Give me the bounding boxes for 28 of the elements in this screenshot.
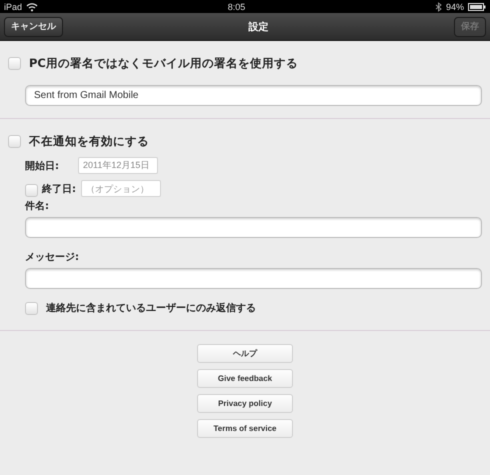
- input-field[interactable]: （オプション）: [81, 180, 161, 197]
- checkbox-label: 不在通知を有効にする: [29, 134, 149, 148]
- checkbox[interactable]: [25, 302, 38, 314]
- link-button[interactable]: Privacy policy: [197, 394, 293, 413]
- field-label: メッセージ:: [25, 251, 80, 264]
- input-field[interactable]: Sent from Gmail Mobile: [25, 85, 482, 106]
- field-label: 開始日:: [25, 160, 60, 174]
- battery-percent: 94%: [446, 2, 464, 12]
- bluetooth-icon: [434, 2, 442, 12]
- checkbox-label: PC用の署名ではなくモバイル用の署名を使用する: [29, 56, 298, 70]
- checkbox[interactable]: [8, 134, 21, 148]
- screen-title: 設定: [248, 20, 268, 34]
- checkbox[interactable]: [25, 184, 38, 197]
- link-button[interactable]: Give feedback: [197, 369, 293, 388]
- checkbox-label: 連絡先に含まれているユーザーにのみ返信する: [46, 302, 256, 315]
- checkbox[interactable]: [8, 56, 21, 70]
- clock-time: 8:05: [228, 2, 246, 12]
- wifi-icon: [26, 2, 38, 12]
- field-label: 終了日:: [42, 182, 76, 197]
- battery-icon: [468, 2, 486, 10]
- input-field[interactable]: 2011年12月15日: [78, 157, 158, 174]
- input-field[interactable]: [25, 217, 482, 238]
- field-label: 件名:: [25, 200, 50, 213]
- link-button[interactable]: Terms of service: [197, 419, 293, 438]
- device-name: iPad: [4, 2, 22, 12]
- cancel-button[interactable]: キャンセル: [4, 16, 63, 36]
- input-field[interactable]: [25, 268, 482, 289]
- link-button[interactable]: ヘルプ: [197, 344, 293, 363]
